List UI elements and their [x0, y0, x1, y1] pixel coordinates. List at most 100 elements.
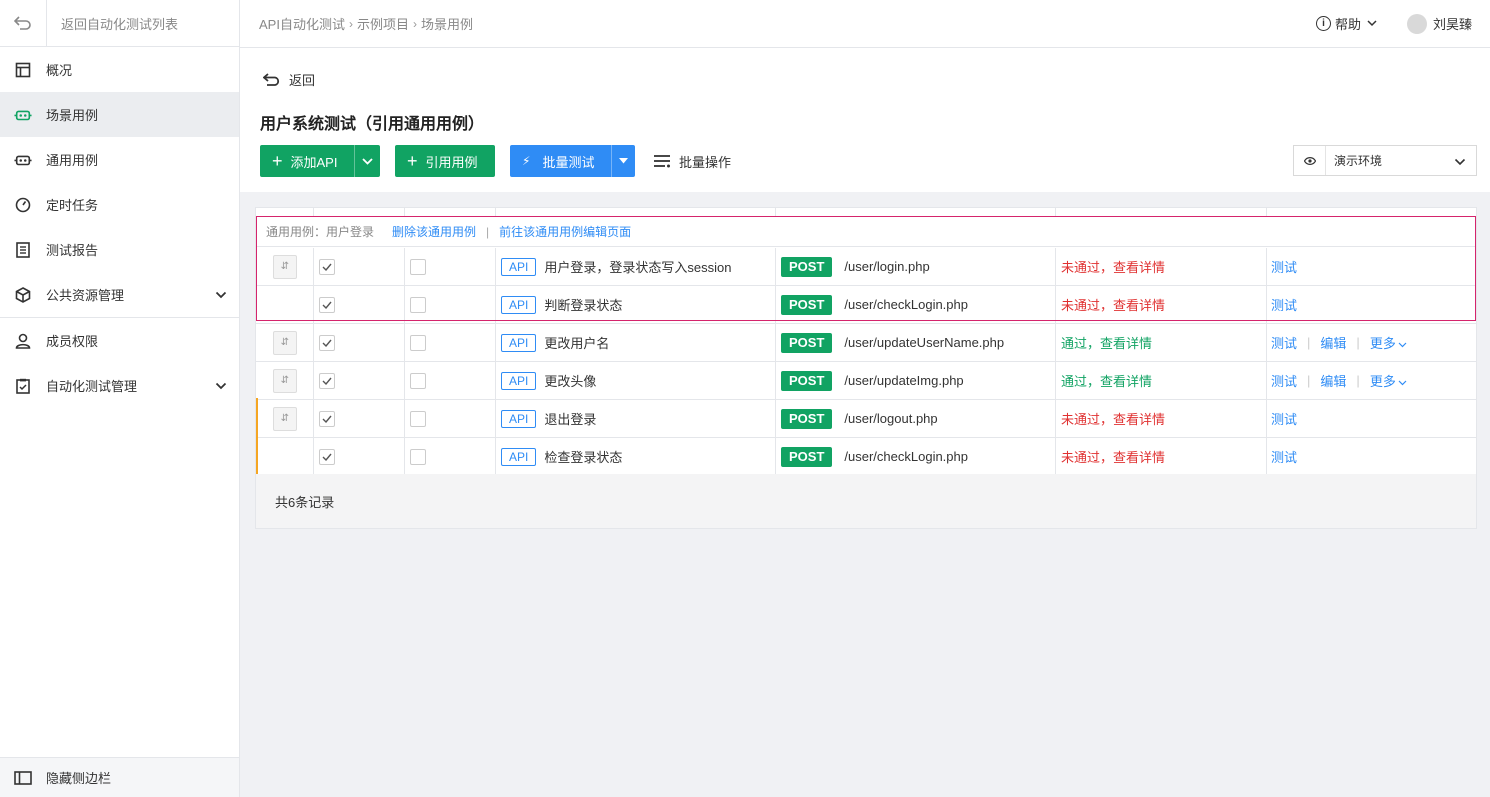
method-badge: POST [781, 256, 833, 277]
column-divider [495, 324, 496, 361]
column-divider [404, 362, 405, 399]
drag-handle-icon[interactable]: ⇵ [273, 406, 297, 431]
enable-checkbox[interactable] [319, 334, 335, 351]
test-status-link[interactable]: 未通过，查看详情 [1061, 257, 1165, 276]
avatar [1406, 13, 1427, 34]
api-path: /user/updateUserName.php [844, 335, 1005, 350]
batch-operation-button[interactable]: 批量操作 [653, 152, 731, 171]
column-divider [1266, 324, 1267, 361]
back-label: 返回 [289, 73, 316, 88]
box-icon [14, 286, 32, 304]
info-icon: i [1315, 16, 1331, 31]
chevron-down-icon [362, 157, 373, 165]
edit-link[interactable]: 编辑 [1320, 333, 1346, 352]
add-api-button[interactable]: + 添加API [260, 145, 380, 177]
enable-checkbox[interactable] [319, 410, 335, 427]
column-divider [1266, 438, 1267, 475]
sidebar-item-label: 通用用例 [46, 153, 99, 168]
sidebar-item-common-cases[interactable]: 通用用例 [0, 137, 239, 182]
column-divider [313, 286, 314, 323]
undo-arrow-icon [263, 73, 280, 86]
group-title: 通用用例：用户登录 [266, 225, 375, 239]
user-menu[interactable]: 刘昊臻 [1406, 13, 1472, 34]
test-status-link[interactable]: 未通过，查看详情 [1061, 295, 1165, 314]
test-link[interactable]: 测试 [1271, 371, 1297, 390]
more-menu[interactable]: 更多 [1370, 371, 1407, 390]
select-checkbox[interactable] [410, 372, 426, 389]
select-checkbox[interactable] [410, 258, 426, 275]
test-status-link[interactable]: 通过，查看详情 [1061, 371, 1152, 390]
test-link[interactable]: 测试 [1271, 333, 1297, 352]
list-lines-icon [654, 155, 670, 168]
batch-test-dropdown[interactable] [611, 145, 635, 177]
test-link[interactable]: 测试 [1271, 409, 1297, 428]
column-divider [313, 248, 314, 285]
column-divider [495, 362, 496, 399]
method-badge: POST [781, 408, 833, 429]
chevron-down-icon [1367, 20, 1377, 27]
table-row: ⇵ API 更改用户名 POST /user/updateUserName.ph… [256, 324, 1476, 362]
table-row: API 检查登录状态 POST /user/checkLogin.php 未通过… [256, 438, 1476, 476]
column-divider [1266, 362, 1267, 399]
enable-checkbox[interactable] [319, 372, 335, 389]
select-checkbox[interactable] [410, 334, 426, 351]
goto-common-case-link[interactable]: 前往该通用用例编辑页面 [499, 223, 631, 240]
help-menu[interactable]: i 帮助 [1315, 14, 1377, 33]
chevron-down-icon [1398, 342, 1407, 348]
sidebar-item-member-permissions[interactable]: 成员权限 [0, 318, 239, 363]
enable-checkbox[interactable] [319, 296, 335, 313]
hide-sidebar-button[interactable]: 隐藏侧边栏 [0, 757, 239, 797]
sidebar-item-overview[interactable]: 概况 [0, 47, 239, 92]
batch-test-button[interactable]: ⚡ 批量测试 [510, 145, 635, 177]
select-checkbox[interactable] [410, 296, 426, 313]
back-button[interactable]: 返回 [263, 70, 315, 89]
sidebar-item-test-reports[interactable]: 测试报告 [0, 227, 239, 272]
batch-test-label: 批量测试 [542, 154, 595, 170]
test-link[interactable]: 测试 [1271, 257, 1297, 276]
separator: | [1356, 373, 1360, 388]
edit-link[interactable]: 编辑 [1320, 371, 1346, 390]
sidebar-item-scheduled-tasks[interactable]: 定时任务 [0, 182, 239, 227]
method-badge: POST [781, 370, 833, 391]
chevron-right-icon: › [412, 16, 417, 31]
test-link[interactable]: 测试 [1271, 447, 1297, 466]
column-divider [1055, 286, 1056, 323]
sidebar-item-automation-management[interactable]: 自动化测试管理 [0, 363, 239, 408]
delete-common-case-link[interactable]: 删除该通用用例 [392, 223, 476, 240]
sidebar-item-public-resources[interactable]: 公共资源管理 [0, 272, 239, 317]
back-to-list-link[interactable]: 返回自动化测试列表 [0, 0, 239, 47]
enable-checkbox[interactable] [319, 448, 335, 465]
environment-select[interactable]: 演示环境 [1293, 145, 1477, 176]
breadcrumb-item[interactable]: 示例项目 [357, 14, 409, 33]
select-checkbox[interactable] [410, 448, 426, 465]
test-status-link[interactable]: 未通过，查看详情 [1061, 409, 1165, 428]
sidebar-item-scenario-cases[interactable]: 场景用例 [0, 92, 239, 137]
more-menu[interactable]: 更多 [1370, 333, 1407, 352]
drag-handle-icon[interactable]: ⇵ [273, 254, 297, 279]
column-divider [775, 286, 776, 323]
column-divider [1266, 208, 1267, 217]
sidebar-item-label: 概况 [46, 63, 73, 78]
drag-handle-icon[interactable]: ⇵ [273, 368, 297, 393]
column-divider [404, 286, 405, 323]
test-link[interactable]: 测试 [1271, 295, 1297, 314]
column-divider [495, 248, 496, 285]
api-name: 更改头像 [544, 374, 597, 389]
method-badge: POST [781, 332, 833, 353]
column-divider [775, 400, 776, 437]
breadcrumb: API自动化测试 › 示例项目 › 场景用例 [259, 14, 473, 33]
hide-sidebar-label: 隐藏侧边栏 [46, 771, 112, 786]
caret-down-icon [619, 158, 628, 164]
drag-handle-icon[interactable]: ⇵ [273, 330, 297, 355]
column-divider [775, 248, 776, 285]
table-row: ⇵ API 用户登录，登录状态写入session POST /user/logi… [256, 248, 1476, 286]
api-name: 退出登录 [544, 412, 597, 427]
breadcrumb-item[interactable]: API自动化测试 [259, 14, 345, 33]
column-divider [1266, 248, 1267, 285]
select-checkbox[interactable] [410, 410, 426, 427]
add-api-dropdown[interactable] [354, 145, 380, 177]
reference-case-button[interactable]: + 引用用例 [395, 145, 495, 177]
test-status-link[interactable]: 通过，查看详情 [1061, 333, 1152, 352]
test-status-link[interactable]: 未通过，查看详情 [1061, 447, 1165, 466]
enable-checkbox[interactable] [319, 258, 335, 275]
